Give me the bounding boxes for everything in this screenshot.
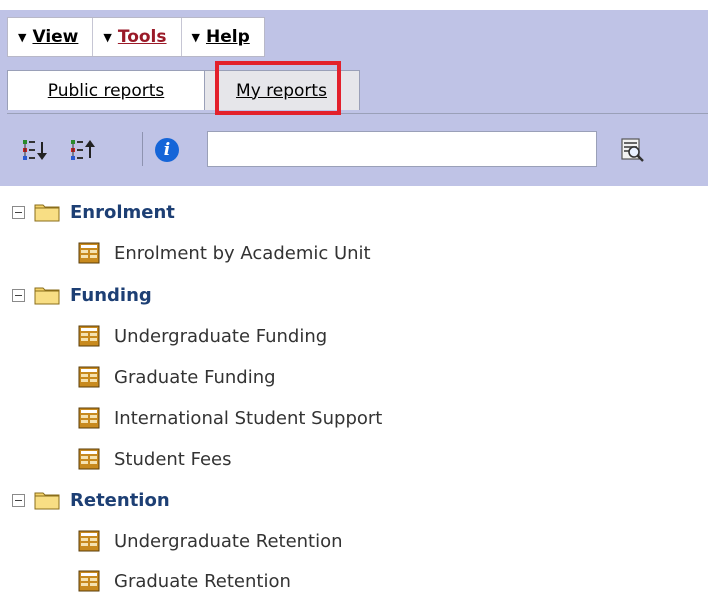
report-student-fees[interactable]: Student Fees (78, 442, 231, 476)
report-graduate-retention[interactable]: Graduate Retention (78, 564, 291, 598)
menu-bar: ▼ View ▼ Tools ▼ Help (7, 17, 265, 57)
report-label: Student Fees (114, 448, 232, 470)
folder-icon (34, 204, 60, 222)
report-label: Enrolment by Academic Unit (114, 242, 371, 264)
report-undergraduate-retention[interactable]: Undergraduate Retention (78, 524, 343, 558)
tools-menu-label: Tools (117, 27, 167, 47)
tools-menu[interactable]: ▼ Tools (93, 18, 182, 56)
folder-icon (34, 492, 60, 510)
report-international-student-support[interactable]: International Student Support (78, 401, 382, 435)
toolbar: i (7, 113, 708, 186)
report-icon (78, 570, 100, 592)
folder-row-funding[interactable]: Funding (12, 278, 152, 312)
dropdown-arrow-icon: ▼ (103, 30, 112, 44)
search-input[interactable] (207, 131, 597, 167)
report-icon (78, 530, 100, 552)
collapse-icon[interactable] (12, 288, 25, 302)
tab-public-reports-label: Public reports (47, 80, 165, 101)
report-label: Undergraduate Funding (114, 325, 328, 347)
folder-label-enrolment: Enrolment (70, 201, 175, 223)
report-label: Graduate Funding (114, 366, 276, 388)
report-graduate-funding[interactable]: Graduate Funding (78, 360, 276, 394)
help-menu[interactable]: ▼ Help (182, 18, 264, 56)
sort-up-icon[interactable] (69, 136, 97, 164)
collapse-icon[interactable] (12, 205, 25, 219)
report-icon (78, 325, 100, 347)
tab-my-reports[interactable]: My reports (203, 70, 360, 110)
folder-label-retention: Retention (70, 489, 170, 511)
report-label: Undergraduate Retention (114, 530, 343, 552)
report-icon (78, 407, 100, 429)
dropdown-arrow-icon: ▼ (18, 30, 27, 44)
view-menu-label: View (32, 27, 79, 47)
toolbar-separator (142, 132, 143, 166)
report-label: International Student Support (114, 407, 383, 429)
report-enrolment-by-academic-unit[interactable]: Enrolment by Academic Unit (78, 236, 371, 270)
info-icon[interactable]: i (153, 136, 181, 164)
folder-icon (34, 287, 60, 305)
folder-row-enrolment[interactable]: Enrolment (12, 195, 175, 229)
folder-label-funding: Funding (70, 284, 152, 306)
view-menu[interactable]: ▼ View (8, 18, 94, 56)
tab-public-reports[interactable]: Public reports (7, 70, 205, 110)
report-preview-icon[interactable] (619, 136, 647, 164)
sort-down-icon[interactable] (21, 136, 49, 164)
help-menu-label: Help (205, 27, 250, 47)
report-icon (78, 448, 100, 470)
tab-my-reports-label: My reports (236, 80, 327, 101)
report-icon (78, 242, 100, 264)
folder-row-retention[interactable]: Retention (12, 483, 170, 517)
report-undergraduate-funding[interactable]: Undergraduate Funding (78, 319, 327, 353)
tab-strip: Public reports My reports (0, 62, 708, 112)
report-icon (78, 366, 100, 388)
collapse-icon[interactable] (12, 493, 25, 507)
dropdown-arrow-icon: ▼ (191, 30, 200, 44)
report-label: Graduate Retention (114, 570, 291, 592)
